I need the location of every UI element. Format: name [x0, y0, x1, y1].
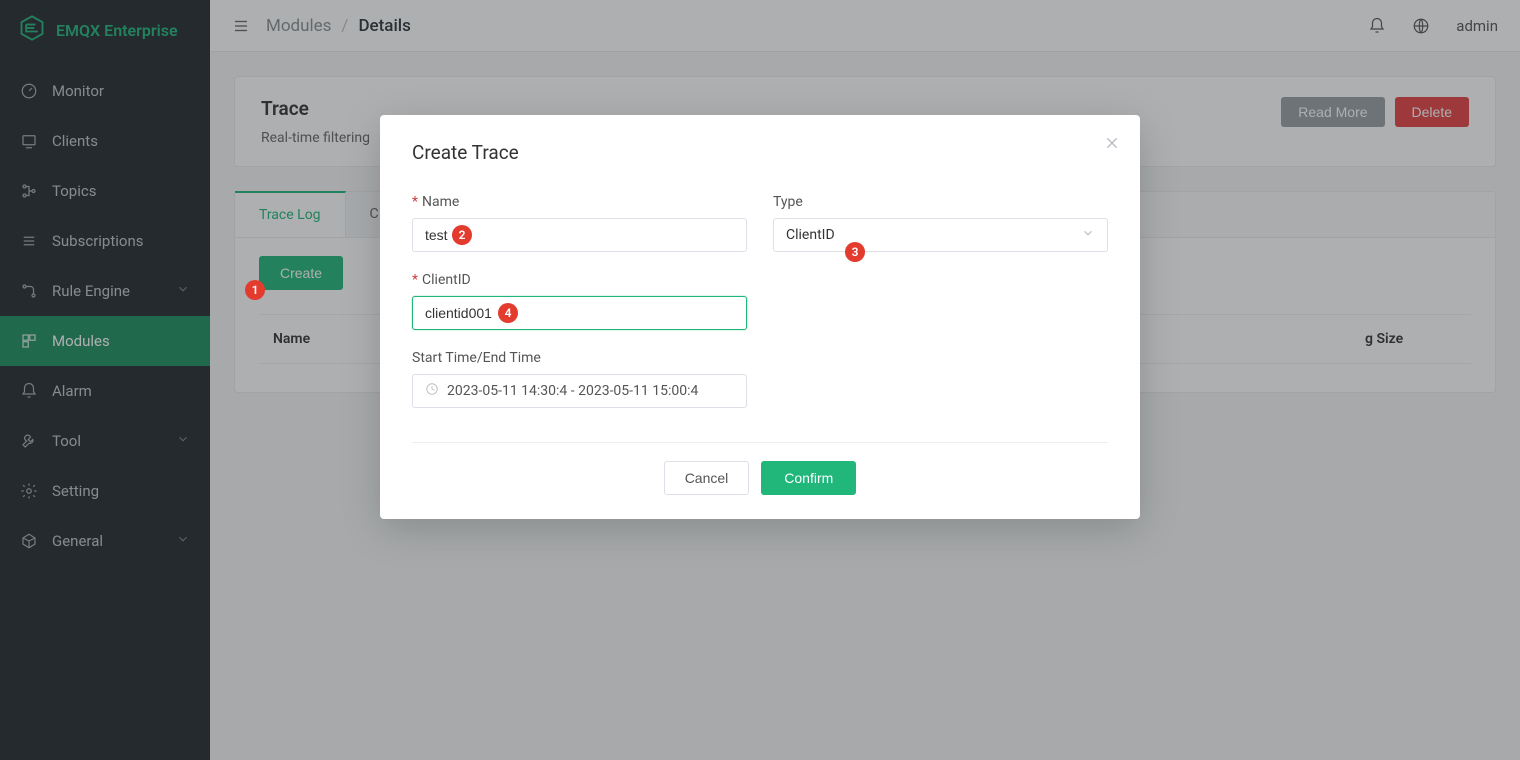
confirm-button[interactable]: Confirm [761, 461, 856, 495]
clock-icon [425, 382, 439, 400]
type-label: Type [773, 194, 1108, 210]
time-range-input[interactable]: 2023-05-11 14:30:4 - 2023-05-11 15:00:4 [412, 374, 747, 408]
field-name: *Name [412, 194, 747, 252]
type-select[interactable]: ClientID [773, 218, 1108, 252]
cancel-button[interactable]: Cancel [664, 461, 750, 495]
chevron-down-icon [1081, 226, 1095, 244]
name-input[interactable] [412, 218, 747, 252]
field-time: Start Time/End Time 2023-05-11 14:30:4 -… [412, 350, 747, 408]
modal-overlay: Create Trace *Name Type ClientID *Client… [0, 0, 1520, 760]
clientid-input[interactable] [412, 296, 747, 330]
time-label: Start Time/End Time [412, 350, 747, 366]
time-range-value: 2023-05-11 14:30:4 - 2023-05-11 15:00:4 [447, 383, 698, 399]
field-clientid: *ClientID [412, 272, 747, 330]
create-trace-dialog: Create Trace *Name Type ClientID *Client… [380, 115, 1140, 519]
dialog-close-button[interactable] [1102, 133, 1122, 153]
name-label: *Name [412, 194, 747, 210]
dialog-title: Create Trace [412, 141, 1108, 164]
type-value: ClientID [786, 227, 835, 243]
clientid-label: *ClientID [412, 272, 747, 288]
dialog-footer: Cancel Confirm [412, 442, 1108, 495]
field-type: Type ClientID [773, 194, 1108, 252]
